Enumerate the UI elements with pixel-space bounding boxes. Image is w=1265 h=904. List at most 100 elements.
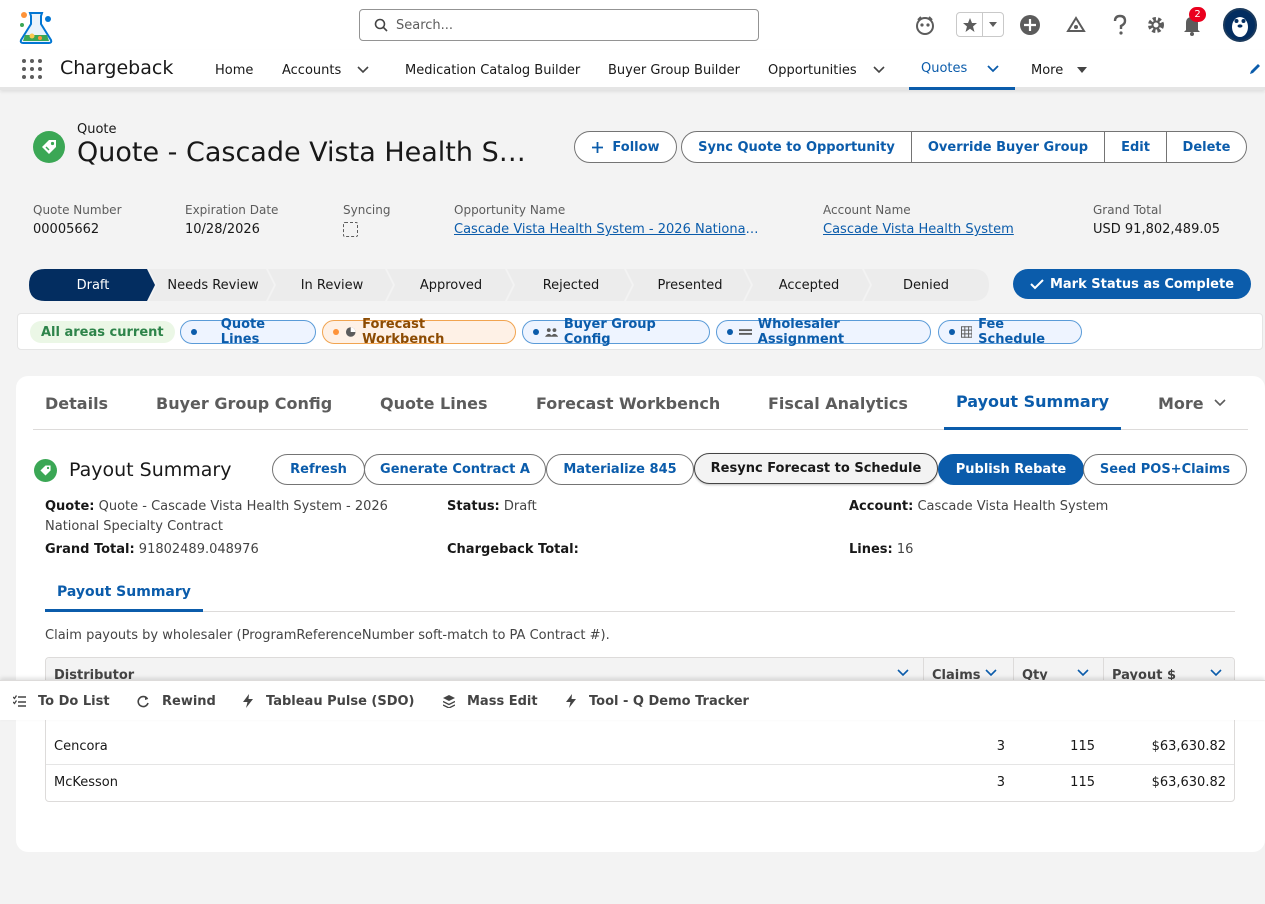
utility-item-rewind[interactable]: Rewind [137,681,216,721]
utility-bar: To Do List Rewind Tableau Pulse (SDO) Ma… [0,680,1265,720]
sync-quote-to-opportunity-button[interactable]: Sync Quote to Opportunity [681,131,912,163]
subtab-payout-summary[interactable]: Payout Summary [45,574,203,612]
override-buyer-group-button[interactable]: Override Buyer Group [911,131,1105,163]
lightning-icon [243,694,253,708]
seed-pos-claims-button[interactable]: Seed POS+Claims [1083,454,1247,485]
area-chip-fee-schedule[interactable]: Fee Schedule [938,317,1082,347]
path-step-accepted[interactable]: Accepted [749,269,869,301]
help-icon[interactable] [1107,12,1133,38]
nav-item-label: Accounts [282,62,342,78]
step-label: Draft [76,277,110,293]
chevron-down-icon[interactable] [987,64,999,73]
nav-item-accounts[interactable]: Accounts [282,50,369,90]
refresh-button[interactable]: Refresh [272,454,365,485]
step-label: In Review [300,277,364,293]
pie-chart-icon [345,327,356,337]
tab-fiscal-analytics[interactable]: Fiscal Analytics [768,376,908,430]
info-value: 16 [896,542,914,557]
list-icon [738,329,752,335]
path-step-denied[interactable]: Denied [868,269,984,301]
path-step-needs-review[interactable]: Needs Review [153,269,273,301]
avatar[interactable] [1223,8,1257,42]
trailhead-icon[interactable] [1063,12,1089,38]
materialize-845-button[interactable]: Materialize 845 [546,454,694,485]
step-label: Needs Review [167,277,259,293]
main-content-card: Details Buyer Group Config Quote Lines F… [16,376,1265,852]
tab-more[interactable]: More [1158,376,1226,430]
publish-rebate-button[interactable]: Publish Rebate [938,454,1084,485]
nav-item-buyer-group-builder[interactable]: Buyer Group Builder [608,50,740,90]
area-chip-forecast-workbench[interactable]: Forecast Workbench [322,317,516,347]
utility-label: Mass Edit [467,693,538,709]
chevron-down-icon[interactable] [357,66,369,74]
path-step-in-review[interactable]: In Review [272,269,392,301]
app-launcher-icon[interactable] [22,59,42,79]
gear-icon[interactable] [1143,12,1169,38]
syncing-checkbox [343,222,358,237]
tab-buyer-group-config[interactable]: Buyer Group Config [156,376,332,430]
info-value: 91802489.048976 [138,542,259,557]
path-step-presented[interactable]: Presented [630,269,750,301]
app-logo[interactable] [16,7,56,45]
utility-item-mass-edit[interactable]: Mass Edit [443,681,538,721]
step-label: Denied [902,277,950,293]
area-chip-wholesaler-assignment[interactable]: Wholesaler Assignment [716,317,931,347]
field-value: 10/28/2026 [185,222,260,237]
button-label: Resync Forecast to Schedule [710,461,922,476]
nav-item-medication-catalog-builder[interactable]: Medication Catalog Builder [405,50,580,90]
tab-payout-summary[interactable]: Payout Summary [944,376,1121,430]
info-label: Quote: [45,499,95,514]
chevron-down-icon [1214,399,1226,407]
field-label: Syncing [343,203,391,217]
nav-item-home[interactable]: Home [215,50,253,90]
field-value: USD 91,802,489.05 [1093,222,1221,237]
search-icon [374,18,388,32]
tab-forecast-workbench[interactable]: Forecast Workbench [536,376,720,430]
tab-quote-lines[interactable]: Quote Lines [380,376,488,430]
star-icon[interactable] [957,13,984,36]
field-label: Account Name [823,203,911,217]
utility-item-to-do-list[interactable]: To Do List [13,681,110,721]
nav-item-opportunities[interactable]: Opportunities [768,50,885,90]
path-step-approved[interactable]: Approved [391,269,511,301]
agent-icon[interactable] [912,12,938,38]
resync-forecast-to-schedule-button[interactable]: Resync Forecast to Schedule [694,453,938,484]
chevron-down-icon [1077,669,1089,677]
chevron-down-icon[interactable] [1077,66,1088,74]
cell-qty: 115 [1070,739,1095,754]
payout-table: Distributor Claims Qty Payout $ Cencora … [45,657,1235,802]
tab-label: More [1158,393,1204,413]
path-step-draft[interactable]: Draft [29,269,157,301]
chevron-down-icon[interactable] [873,66,885,74]
edit-button[interactable]: Edit [1104,131,1167,163]
global-search-input[interactable]: Search... [359,9,759,41]
info-account: Account: Cascade Vista Health System [849,497,1108,517]
follow-button[interactable]: Follow [574,131,677,163]
area-chip-quote-lines[interactable]: Quote Lines [180,317,316,347]
chevron-down-icon[interactable] [983,13,1003,36]
add-icon[interactable] [1017,12,1043,38]
path-step-rejected[interactable]: Rejected [511,269,631,301]
area-chip-buyer-group-config[interactable]: Buyer Group Config [522,317,710,347]
refresh-icon [137,695,149,707]
account-link[interactable]: Cascade Vista Health System [823,222,1063,237]
mark-status-complete-button[interactable]: Mark Status as Complete [1013,269,1251,299]
nav-item-quotes[interactable]: Quotes [909,50,1015,90]
button-label: Sync Quote to Opportunity [698,139,895,155]
utility-item-tableau-pulse[interactable]: Tableau Pulse (SDO) [242,681,415,721]
payout-summary-icon [34,459,57,482]
info-value: Quote - Cascade Vista Health System - 20… [45,499,388,534]
status-dot [727,329,733,335]
expiration-date-field: Expiration Date 10/28/2026 [185,203,325,237]
chip-label: Fee Schedule [978,317,1046,347]
edit-nav-icon[interactable] [1248,62,1262,80]
opportunity-link[interactable]: Cascade Vista Health System - 2026 Natio… [454,222,759,237]
tab-label: Buyer Group Config [156,393,333,413]
utility-item-q-demo-tracker[interactable]: Tool - Q Demo Tracker [565,681,749,721]
tab-details[interactable]: Details [45,376,108,430]
syncing-field: Syncing [343,203,433,237]
generate-contract-a-button[interactable]: Generate Contract A [364,454,546,485]
button-label: Mark Status as Complete [1049,276,1235,292]
nav-item-more[interactable]: More [1031,50,1088,90]
delete-button[interactable]: Delete [1166,131,1247,163]
